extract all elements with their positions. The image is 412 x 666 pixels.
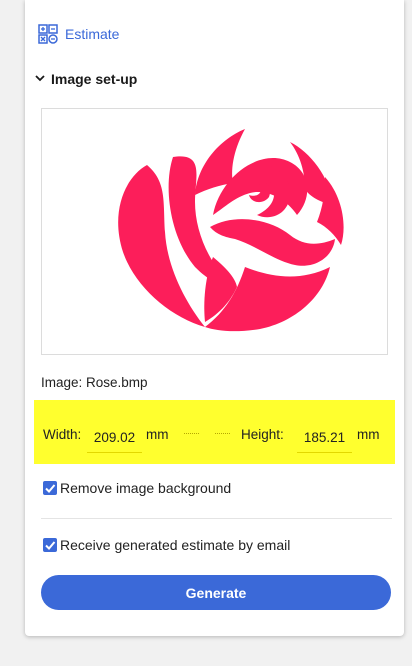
email-estimate-option[interactable]: Receive generated estimate by email [43, 537, 290, 553]
calculator-icon [38, 24, 58, 44]
width-unit: mm [146, 427, 169, 442]
image-size-panel: Width: mm Height: mm [34, 400, 395, 464]
link-line-left [184, 433, 199, 434]
estimate-link-label: Estimate [65, 26, 120, 42]
remove-background-option[interactable]: Remove image background [43, 480, 231, 496]
height-label: Height: [241, 427, 284, 442]
image-preview [41, 108, 388, 355]
chevron-down-icon [34, 71, 46, 87]
link-line-right [215, 433, 230, 434]
width-label: Width: [43, 427, 82, 442]
generate-button[interactable]: Generate [41, 575, 391, 610]
email-estimate-label: Receive generated estimate by email [60, 537, 291, 553]
image-setup-toggle[interactable]: Image set-up [34, 70, 137, 88]
estimate-link[interactable]: Estimate [38, 24, 119, 44]
rose-image [117, 128, 344, 331]
height-input[interactable] [297, 422, 352, 453]
remove-background-label: Remove image background [60, 480, 232, 496]
section-title: Image set-up [51, 71, 138, 87]
remove-background-checkbox[interactable] [43, 481, 57, 495]
height-unit: mm [357, 427, 380, 442]
estimate-panel: Estimate Image set-up Image: Rose.bmp Wi… [25, 0, 404, 636]
email-estimate-checkbox[interactable] [43, 538, 57, 552]
width-input[interactable] [87, 422, 142, 453]
divider [41, 518, 392, 519]
image-filename: Image: Rose.bmp [41, 375, 148, 390]
